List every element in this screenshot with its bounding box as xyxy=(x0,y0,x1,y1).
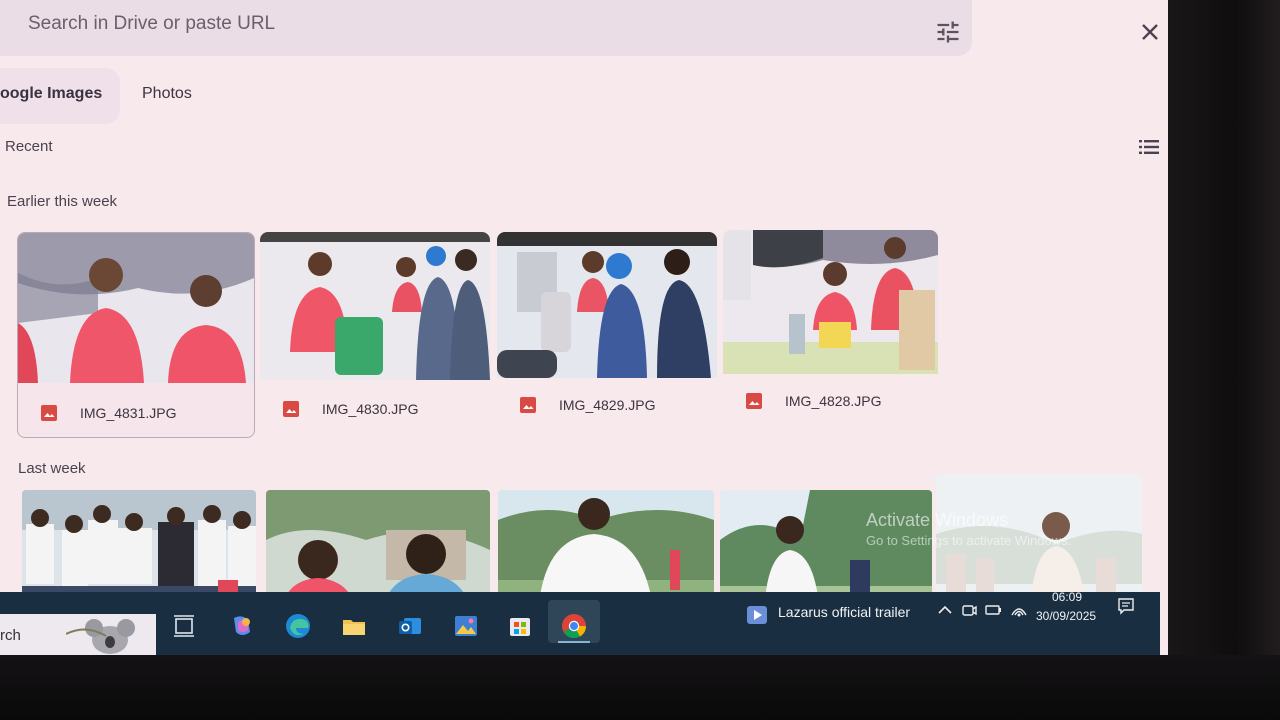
search-input[interactable] xyxy=(26,10,830,38)
copilot-icon[interactable] xyxy=(228,612,256,640)
tab-label: Photos xyxy=(142,85,192,102)
camera-icon[interactable] xyxy=(960,601,978,619)
file-name: IMG_4829.JPG xyxy=(559,397,656,413)
monitor-bezel-right xyxy=(1168,0,1280,720)
drive-picker-screen: oogle Images Photos Recent Earlier this … xyxy=(0,0,1168,655)
thumbnail-image xyxy=(18,233,254,383)
section-earlier-this-week: Earlier this week xyxy=(7,193,118,210)
edge-browser-icon[interactable] xyxy=(284,612,312,640)
tab-google-images[interactable]: oogle Images xyxy=(0,68,120,124)
watermark-subtitle: Go to Settings to activate Windows. xyxy=(866,533,1072,548)
thumbnail-image xyxy=(723,230,938,374)
file-row: IMG_4831.JPG xyxy=(18,400,254,426)
file-row: IMG_4829.JPG xyxy=(497,392,717,418)
koala-search-highlight-icon xyxy=(66,619,135,654)
outlook-icon[interactable] xyxy=(396,612,424,640)
file-card-img-4830[interactable]: IMG_4830.JPG xyxy=(260,232,490,432)
task-view-icon[interactable] xyxy=(170,612,198,640)
media-title[interactable]: Lazarus official trailer xyxy=(778,604,910,620)
recent-label: Recent xyxy=(5,138,53,155)
image-file-icon xyxy=(283,401,299,417)
media-playing-icon[interactable] xyxy=(746,604,768,626)
active-app-indicator xyxy=(558,641,590,643)
section-last-week: Last week xyxy=(18,460,86,477)
file-name: IMG_4831.JPG xyxy=(80,405,177,421)
file-card-img-4828[interactable]: IMG_4828.JPG xyxy=(723,230,938,422)
thumbnail-image xyxy=(497,232,717,378)
file-name: IMG_4830.JPG xyxy=(322,401,419,417)
microsoft-store-icon[interactable] xyxy=(506,612,534,640)
file-name: IMG_4828.JPG xyxy=(785,393,882,409)
file-row: IMG_4830.JPG xyxy=(260,396,490,422)
watermark-title: Activate Windows xyxy=(866,510,1009,530)
notification-icon[interactable] xyxy=(1116,596,1136,616)
close-icon[interactable] xyxy=(1136,18,1164,46)
file-card-img-4829[interactable]: IMG_4829.JPG xyxy=(497,232,717,428)
image-file-icon xyxy=(746,393,762,409)
activate-windows-watermark: Activate Windows Go to Settings to activ… xyxy=(866,510,1116,548)
search-options-icon[interactable] xyxy=(934,18,962,46)
photos-app-icon[interactable] xyxy=(452,612,480,640)
file-card-img-4831[interactable]: IMG_4831.JPG xyxy=(17,232,255,438)
monitor-bezel-bottom xyxy=(0,655,1280,720)
file-row: IMG_4828.JPG xyxy=(723,388,938,414)
tab-photos[interactable]: Photos xyxy=(142,85,192,107)
thumbnail-image xyxy=(260,232,490,380)
file-explorer-icon[interactable] xyxy=(340,612,368,640)
taskbar-search-box[interactable]: rch xyxy=(0,614,156,655)
clock-time[interactable]: 06:09 xyxy=(1052,590,1082,604)
list-view-icon[interactable] xyxy=(1137,137,1161,157)
search-bar xyxy=(0,0,972,56)
image-file-icon xyxy=(520,397,536,413)
wifi-icon[interactable] xyxy=(1010,601,1028,619)
clock-date[interactable]: 30/09/2025 xyxy=(1036,609,1096,623)
taskbar-search-text: rch xyxy=(0,627,21,644)
image-file-icon xyxy=(41,405,57,421)
tab-label: oogle Images xyxy=(0,85,103,102)
battery-icon[interactable] xyxy=(984,601,1002,619)
chevron-up-icon[interactable] xyxy=(936,601,954,619)
chrome-icon[interactable] xyxy=(560,612,588,640)
